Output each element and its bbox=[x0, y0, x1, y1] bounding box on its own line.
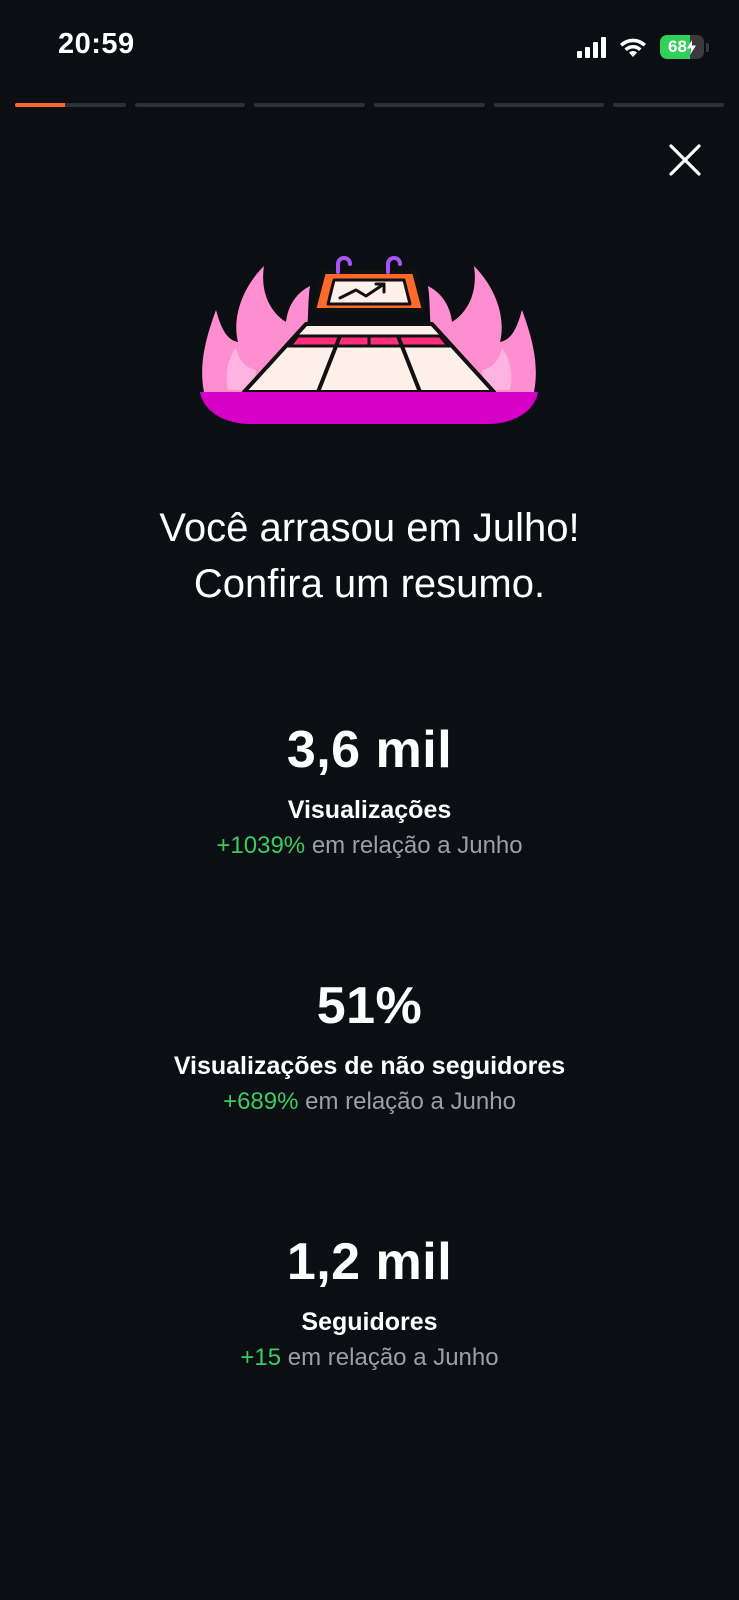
status-bar: 20:59 68 bbox=[0, 0, 739, 96]
stat-comparison: em relação a Junho bbox=[305, 1088, 516, 1115]
story-progress-segment bbox=[493, 103, 605, 107]
stat-delta: +15 bbox=[240, 1344, 282, 1371]
headline-line-1: Você arrasou em Julho! bbox=[159, 506, 580, 550]
stat-non-follower-views: 51% Visualizações de não seguidores +689… bbox=[0, 976, 739, 1118]
story-progress-segment bbox=[254, 103, 366, 107]
stat-delta: +1039% bbox=[216, 832, 306, 859]
stat-change: +15 em relação a Junho bbox=[0, 1342, 739, 1374]
stat-label: Visualizações de não seguidores bbox=[173, 1052, 566, 1080]
wifi-icon bbox=[620, 38, 646, 57]
battery-charging-icon: 68 bbox=[660, 35, 704, 59]
headline-line-2: Confira um resumo. bbox=[193, 562, 546, 606]
charging-bolt-icon bbox=[686, 39, 696, 55]
stat-label: Visualizações bbox=[287, 796, 452, 824]
battery-percent: 68 bbox=[660, 35, 704, 59]
status-time: 20:59 bbox=[58, 28, 135, 60]
story-progress-segment bbox=[15, 103, 126, 107]
battery-percent-value: 68 bbox=[668, 37, 687, 56]
status-icons: 68 bbox=[577, 33, 709, 61]
stat-change: +689% em relação a Junho bbox=[0, 1086, 739, 1118]
summary-headline: Você arrasou em Julho! Confira um resumo… bbox=[0, 500, 739, 612]
cellular-signal-icon bbox=[577, 36, 606, 58]
battery-cap bbox=[706, 42, 709, 52]
stat-followers: 1,2 mil Seguidores +15 em relação a Junh… bbox=[0, 1232, 739, 1374]
story-progress-segment bbox=[613, 103, 725, 107]
stat-delta: +689% bbox=[223, 1088, 299, 1115]
stat-value: 1,2 mil bbox=[286, 1233, 453, 1291]
stat-comparison: em relação a Junho bbox=[287, 1344, 499, 1371]
story-progress-segment bbox=[134, 103, 246, 107]
stat-value: 3,6 mil bbox=[286, 721, 453, 779]
stat-change: +1039% em relação a Junho bbox=[0, 830, 739, 862]
story-progress bbox=[15, 103, 725, 107]
stat-comparison: em relação a Junho bbox=[311, 832, 523, 859]
story-progress-segment bbox=[374, 103, 485, 107]
stat-label: Seguidores bbox=[301, 1308, 438, 1336]
stat-views: 3,6 mil Visualizações +1039% em relação … bbox=[0, 720, 739, 862]
story-progress-fill bbox=[15, 103, 65, 107]
close-icon[interactable] bbox=[663, 138, 707, 182]
trophy-podium-flames-icon bbox=[200, 256, 538, 424]
stat-value: 51% bbox=[316, 977, 423, 1035]
